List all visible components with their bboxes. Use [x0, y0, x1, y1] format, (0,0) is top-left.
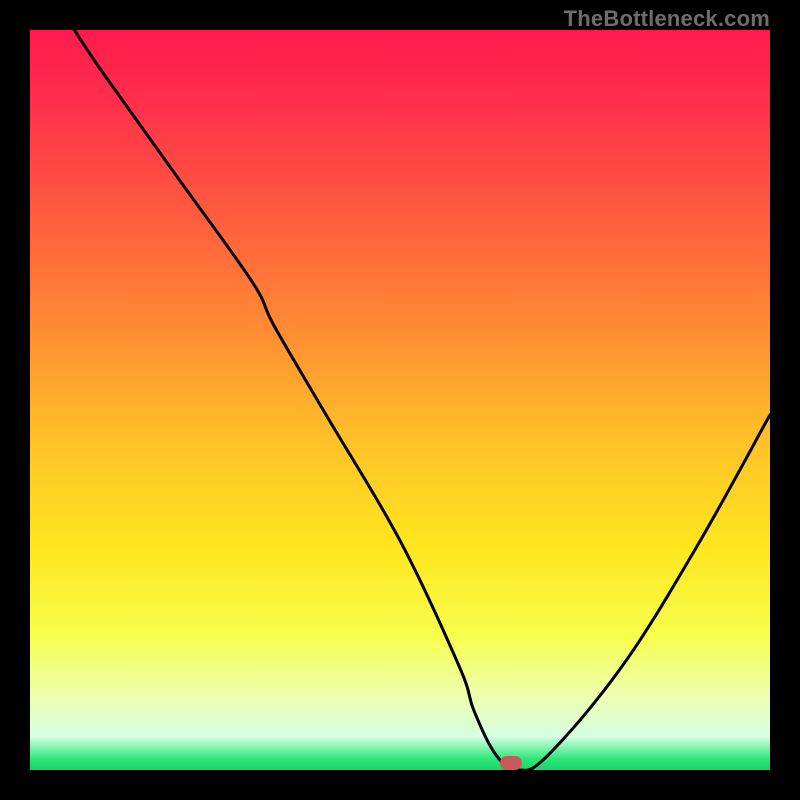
chart-frame: TheBottleneck.com — [0, 0, 800, 800]
optimal-point-marker — [500, 756, 522, 770]
plot-area — [30, 30, 770, 770]
bottleneck-curve — [30, 30, 770, 770]
watermark-text: TheBottleneck.com — [564, 6, 770, 32]
